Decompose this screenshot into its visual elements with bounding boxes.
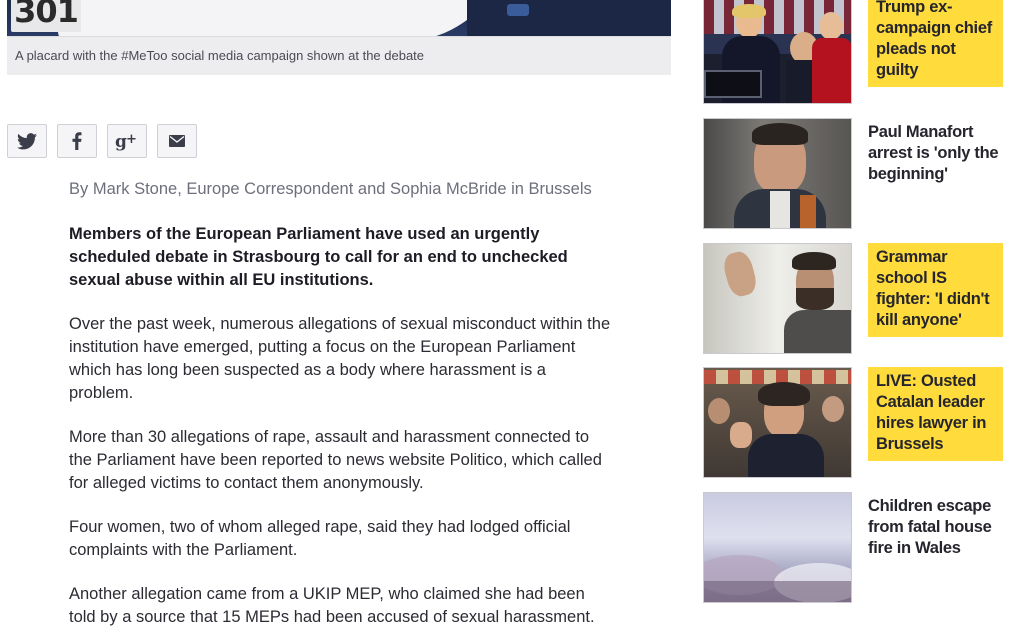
svg-text:+: + (126, 132, 137, 147)
story-thumbnail (703, 492, 852, 603)
article-body: By Mark Stone, Europe Correspondent and … (69, 178, 614, 642)
sidebar-story[interactable]: LIVE: Ousted Catalan leader hires lawyer… (703, 367, 1003, 479)
google-plus-icon: g + (115, 131, 139, 151)
hero-seat-area (467, 0, 671, 36)
facebook-icon (72, 132, 82, 150)
hero-placard-swoosh (53, 0, 501, 36)
article-paragraph: More than 30 allegations of rape, assaul… (69, 428, 602, 492)
share-twitter-button[interactable] (7, 124, 47, 158)
sidebar-story[interactable]: Trump ex-campaign chief pleads not guilt… (703, 0, 1003, 105)
story-headline[interactable]: Trump ex-campaign chief pleads not guilt… (868, 0, 1003, 87)
twitter-icon (17, 132, 37, 150)
share-facebook-button[interactable] (57, 124, 97, 158)
hero-seat-detail (507, 4, 529, 16)
hero-number-plate: 301 (11, 0, 81, 32)
email-icon (169, 135, 185, 147)
share-bar: g + (7, 124, 197, 158)
story-thumbnail (703, 243, 852, 354)
story-thumbnail (703, 367, 852, 478)
article-paragraph: Another allegation came from a UKIP MEP,… (69, 585, 595, 626)
share-google-plus-button[interactable]: g + (107, 124, 147, 158)
article-byline: By Mark Stone, Europe Correspondent and … (69, 180, 592, 198)
article-lead-paragraph: Members of the European Parliament have … (69, 225, 568, 289)
image-caption: A placard with the #MeToo social media c… (7, 36, 671, 75)
story-headline[interactable]: Paul Manafort arrest is 'only the beginn… (868, 118, 1003, 185)
hero-image: 301 (7, 0, 671, 36)
story-thumbnail (703, 118, 852, 229)
story-headline[interactable]: Grammar school IS fighter: 'I didn't kil… (868, 243, 1003, 337)
sidebar-story[interactable]: Grammar school IS fighter: 'I didn't kil… (703, 243, 1003, 355)
share-email-button[interactable] (157, 124, 197, 158)
sidebar-story[interactable]: Paul Manafort arrest is 'only the beginn… (703, 118, 1003, 230)
article-paragraph: Four women, two of whom alleged rape, sa… (69, 518, 571, 559)
story-headline[interactable]: Children escape from fatal house fire in… (868, 492, 1003, 559)
story-headline[interactable]: LIVE: Ousted Catalan leader hires lawyer… (868, 367, 1003, 461)
article-paragraph: Over the past week, numerous allegations… (69, 315, 611, 402)
story-thumbnail (703, 0, 852, 104)
sidebar-story[interactable]: Children escape from fatal house fire in… (703, 492, 1003, 604)
